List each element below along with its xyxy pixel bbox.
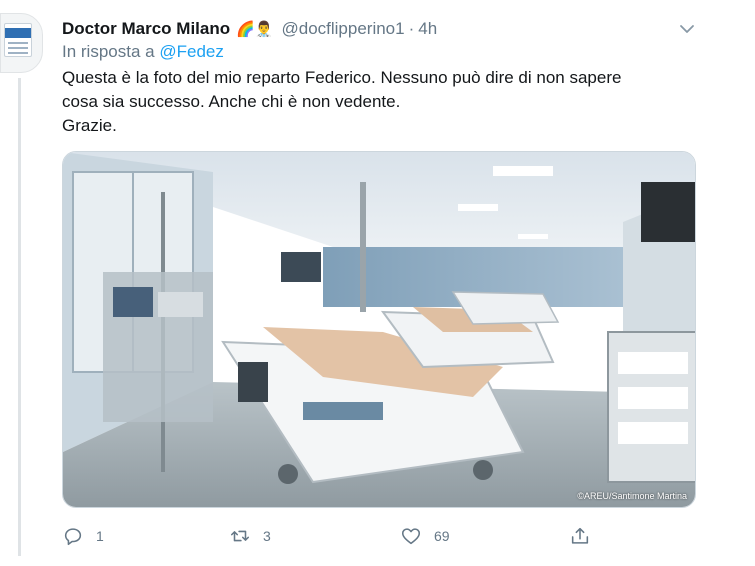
reply-button[interactable]: 1 [62, 521, 104, 551]
retweet-count: 3 [263, 528, 271, 544]
thread-connector-line [18, 78, 21, 556]
tweet-actions: 1 3 69 [62, 521, 622, 551]
retweet-button[interactable]: 3 [229, 521, 271, 551]
share-upload-icon [571, 527, 589, 544]
reply-context: In risposta a @Fedez [62, 42, 224, 62]
retweet-icon [230, 530, 250, 542]
tweet-text-line: Questa è la foto del mio reparto Federic… [62, 68, 622, 87]
avatar[interactable] [0, 13, 43, 73]
tweet-header: Doctor Marco Milano 🌈👨‍⚕️ @docflipperino… [62, 17, 437, 41]
comment-bubble-icon [64, 528, 82, 546]
hospital-ward-photo [63, 152, 695, 507]
tweet-text-line: cosa sia successo. Anche chi è non veden… [62, 92, 401, 111]
like-count: 69 [434, 528, 450, 544]
more-options-button[interactable] [676, 18, 698, 40]
like-button[interactable]: 69 [400, 521, 450, 551]
tweet-text-line: Grazie. [62, 116, 117, 135]
heart-icon [401, 528, 421, 545]
photo-credit: ©AREU/Santimone Martina [577, 491, 687, 501]
tweet-text: Questa è la foto del mio reparto Federic… [62, 66, 702, 138]
name-emojis: 🌈👨‍⚕️ [236, 21, 274, 38]
display-name[interactable]: Doctor Marco Milano [62, 19, 230, 39]
chevron-down-icon [680, 25, 694, 33]
reply-prefix: In risposta a [62, 42, 155, 61]
avatar-image [4, 23, 32, 57]
user-handle[interactable]: @docflipperino1 [281, 19, 404, 39]
reply-count: 1 [96, 528, 104, 544]
tweet-timestamp[interactable]: 4h [418, 19, 437, 39]
tweet-photo[interactable]: ©AREU/Santimone Martina [62, 151, 696, 508]
separator-dot: · [408, 19, 415, 38]
reply-to-mention[interactable]: @Fedez [159, 42, 224, 61]
share-button[interactable] [569, 521, 591, 551]
